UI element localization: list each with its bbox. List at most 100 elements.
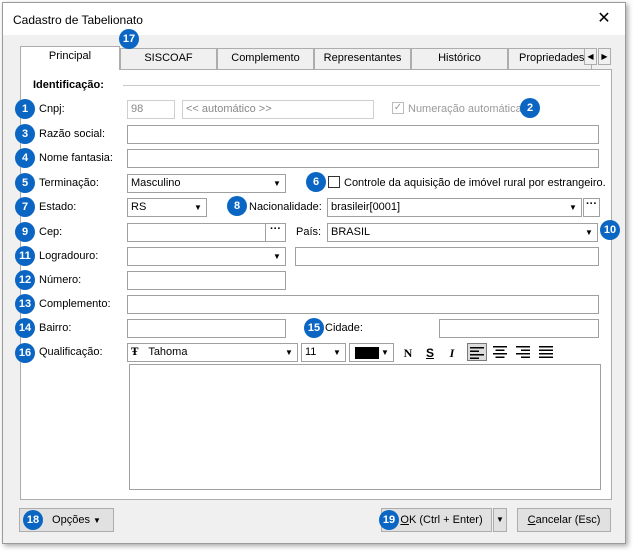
terminacao-value: Masculino bbox=[131, 177, 181, 189]
pais-value: BRASIL bbox=[331, 226, 371, 238]
align-justify-icon bbox=[539, 346, 553, 358]
cancel-button-mnemonic: C bbox=[527, 514, 536, 526]
callout-badge-6: 6 bbox=[306, 172, 326, 192]
nome-fantasia-label: Nome fantasia: bbox=[39, 152, 113, 164]
ok-button-mnemonic: O bbox=[400, 514, 409, 526]
callout-badge-4: 4 bbox=[15, 148, 35, 168]
tab-representantes[interactable]: Representantes bbox=[314, 48, 411, 69]
callout-badge-1: 1 bbox=[15, 99, 35, 119]
terminacao-label: Terminação: bbox=[39, 177, 99, 189]
cep-label: Cep: bbox=[39, 226, 63, 238]
underline-button[interactable]: S bbox=[422, 344, 438, 362]
razao-social-field[interactable] bbox=[127, 125, 599, 144]
chevron-down-icon[interactable]: ▼ bbox=[378, 345, 392, 360]
chevron-down-icon[interactable]: ▼ bbox=[566, 200, 580, 215]
estado-value: RS bbox=[131, 201, 147, 213]
chevron-down-icon[interactable]: ▼ bbox=[270, 176, 284, 191]
tab-propriedades[interactable]: Propriedades bbox=[508, 48, 592, 69]
tab-historico[interactable]: Histórico bbox=[411, 48, 508, 69]
logradouro-type-select[interactable]: ▼ bbox=[127, 247, 286, 266]
tab-principal[interactable]: Principal bbox=[20, 46, 120, 70]
text-color-swatch bbox=[355, 347, 379, 359]
callout-badge-8: 8 bbox=[227, 196, 247, 216]
font-size-select[interactable]: 11 ▼ bbox=[301, 343, 346, 362]
chevron-down-icon: ▼ bbox=[93, 516, 101, 525]
pais-select[interactable]: BRASIL ▼ bbox=[327, 223, 598, 242]
font-name-value: Tahoma bbox=[148, 346, 188, 358]
cidade-label: Cidade: bbox=[325, 322, 363, 334]
close-icon[interactable]: ✕ bbox=[597, 11, 611, 27]
tab-scroll-right-icon[interactable]: ▶ bbox=[598, 48, 611, 65]
cidade-field[interactable] bbox=[439, 319, 599, 338]
ok-button-label: K (Ctrl + Enter) bbox=[408, 514, 483, 526]
terminacao-select[interactable]: Masculino ▼ bbox=[127, 174, 286, 193]
chevron-down-icon[interactable]: ▼ bbox=[282, 345, 296, 360]
cancel-button-label: ancelar (Esc) bbox=[535, 514, 601, 526]
callout-badge-16: 16 bbox=[15, 343, 35, 363]
align-left-icon bbox=[470, 347, 484, 359]
cep-field[interactable] bbox=[127, 223, 266, 242]
align-center-button[interactable] bbox=[490, 343, 510, 361]
callout-badge-19: 19 bbox=[379, 510, 399, 530]
callout-badge-17: 17 bbox=[119, 29, 139, 49]
nome-fantasia-field[interactable] bbox=[127, 149, 599, 168]
callout-badge-18: 18 bbox=[23, 510, 43, 530]
callout-badge-13: 13 bbox=[15, 294, 35, 314]
ok-dropdown-button[interactable]: ▼ bbox=[493, 508, 507, 532]
align-right-button[interactable] bbox=[513, 343, 533, 361]
bairro-field[interactable] bbox=[127, 319, 286, 338]
controle-label: Controle da aquisição de imóvel rural po… bbox=[344, 177, 606, 189]
bairro-label: Bairro: bbox=[39, 322, 72, 334]
nacionalidade-label: Nacionalidade: bbox=[249, 201, 322, 213]
pais-label: País: bbox=[296, 226, 322, 238]
chevron-down-icon[interactable]: ▼ bbox=[582, 225, 596, 240]
callout-badge-3: 3 bbox=[15, 124, 35, 144]
chevron-down-icon[interactable]: ▼ bbox=[270, 249, 284, 264]
align-center-icon bbox=[493, 346, 507, 358]
logradouro-field[interactable] bbox=[295, 247, 599, 266]
window-title: Cadastro de Tabelionato bbox=[13, 13, 143, 27]
callout-badge-11: 11 bbox=[15, 246, 35, 266]
auto-numbering-checkbox[interactable]: ✓ bbox=[392, 102, 404, 114]
complemento-label: Complemento: bbox=[39, 298, 111, 310]
section-divider bbox=[123, 85, 600, 86]
complemento-field[interactable] bbox=[127, 295, 599, 314]
callout-badge-12: 12 bbox=[15, 270, 35, 290]
numero-field[interactable] bbox=[127, 271, 286, 290]
cnpj-field[interactable]: << automático >> bbox=[182, 100, 374, 119]
callout-badge-10: 10 bbox=[600, 220, 620, 240]
qualificacao-label: Qualificação: bbox=[39, 346, 103, 358]
align-right-icon bbox=[516, 346, 530, 358]
cancel-button[interactable]: Cancelar (Esc) bbox=[517, 508, 611, 532]
estado-label: Estado: bbox=[39, 201, 77, 213]
estado-select[interactable]: RS ▼ bbox=[127, 198, 207, 217]
code-field[interactable]: 98 bbox=[127, 100, 175, 119]
cep-lookup-button[interactable]: ··· bbox=[265, 223, 286, 242]
title-bar: Cadastro de Tabelionato ✕ bbox=[3, 3, 625, 35]
font-icon: Ŧ bbox=[131, 347, 139, 358]
chevron-down-icon[interactable]: ▼ bbox=[191, 200, 205, 215]
bold-button[interactable]: N bbox=[400, 344, 416, 362]
tab-scroll-left-icon[interactable]: ◀ bbox=[584, 48, 597, 65]
callout-badge-9: 9 bbox=[15, 222, 35, 242]
callout-badge-5: 5 bbox=[15, 173, 35, 193]
section-title: Identificação: bbox=[33, 79, 104, 91]
italic-button[interactable]: I bbox=[444, 344, 460, 362]
align-justify-button[interactable] bbox=[536, 343, 556, 361]
qualificacao-editor[interactable] bbox=[129, 364, 601, 490]
callout-badge-2: 2 bbox=[520, 98, 540, 118]
controle-checkbox[interactable] bbox=[328, 176, 340, 188]
options-button-label: Opções bbox=[52, 514, 90, 526]
nacionalidade-value: brasileir[0001] bbox=[331, 201, 401, 213]
font-name-select[interactable]: Ŧ Tahoma ▼ bbox=[127, 343, 298, 362]
align-left-button[interactable] bbox=[467, 343, 487, 361]
tab-siscoaf[interactable]: SISCOAF bbox=[120, 48, 217, 69]
tab-complemento[interactable]: Complemento bbox=[217, 48, 314, 69]
razao-social-label: Razão social: bbox=[39, 128, 106, 140]
tab-strip: Principal SISCOAF Complemento Representa… bbox=[20, 46, 612, 70]
auto-numbering-label: Numeração automática bbox=[408, 103, 522, 115]
nacionalidade-lookup-button[interactable]: ··· bbox=[583, 198, 600, 217]
chevron-down-icon[interactable]: ▼ bbox=[330, 345, 344, 360]
nacionalidade-select[interactable]: brasileir[0001] ▼ bbox=[327, 198, 582, 217]
logradouro-label: Logradouro: bbox=[39, 250, 99, 262]
